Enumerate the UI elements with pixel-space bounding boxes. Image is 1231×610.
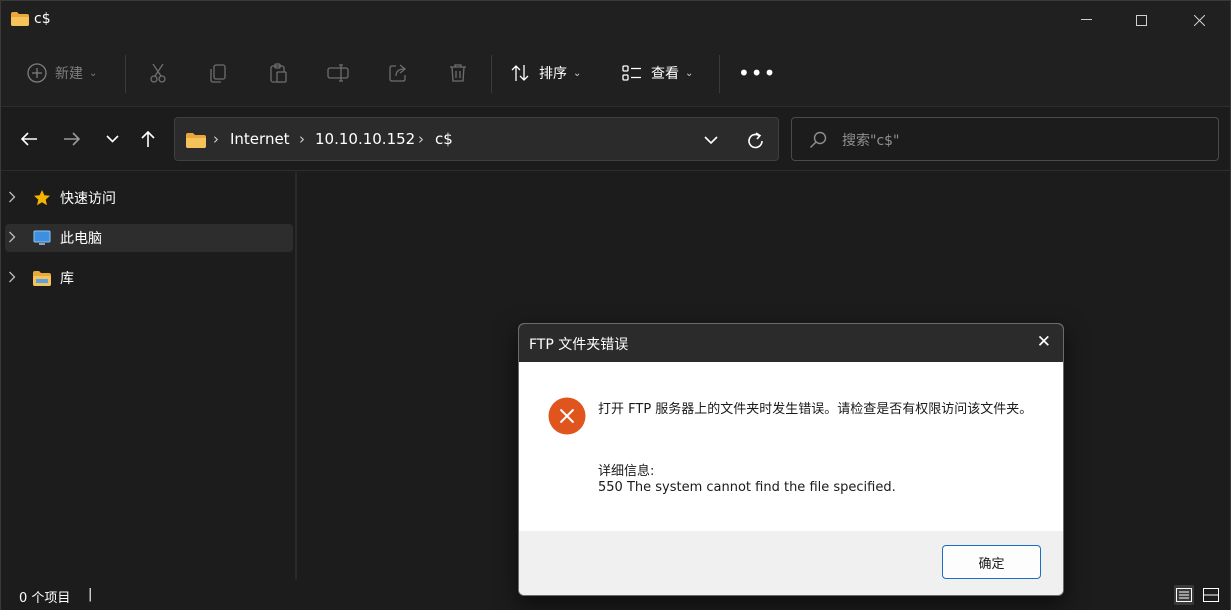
breadcrumb-internet[interactable]: Internet <box>230 130 290 148</box>
back-button[interactable] <box>15 125 43 153</box>
minimize-button[interactable] <box>1063 1 1109 39</box>
delete-button[interactable] <box>443 58 473 88</box>
title-bar: c$ <box>1 1 1230 41</box>
rename-icon <box>327 64 349 82</box>
chevron-right-icon[interactable] <box>8 271 28 286</box>
sort-icon <box>511 65 529 81</box>
breadcrumb-host[interactable]: 10.10.10.152 <box>315 130 415 148</box>
search-placeholder: 搜索"c$" <box>842 133 900 149</box>
more-icon: ••• <box>738 61 777 85</box>
computer-icon <box>32 229 52 247</box>
large-icons-view-button[interactable] <box>1201 585 1221 605</box>
arrow-right-icon <box>64 132 81 146</box>
status-cursor: | <box>88 587 93 602</box>
chevron-down-icon: ⌄ <box>89 67 98 79</box>
details-view-icon <box>1176 588 1192 602</box>
toolbar-divider <box>719 55 720 93</box>
sidebar-item-label: 快速访问 <box>60 191 116 207</box>
view-icon <box>622 65 641 81</box>
file-explorer-window: c$ 新建 ⌄ 排序 ⌄ 查看 ⌄ ••• › Internet › 10.10… <box>0 0 1231 610</box>
details-heading: 详细信息: <box>598 464 655 479</box>
error-details: 550 The system cannot find the file spec… <box>598 480 896 495</box>
refresh-button[interactable] <box>746 127 766 156</box>
sort-label: 排序 <box>539 66 567 82</box>
sidebar-item-libraries[interactable]: 库 <box>5 264 293 292</box>
delete-icon <box>450 64 466 82</box>
sidebar-item-this-pc[interactable]: 此电脑 <box>5 224 293 252</box>
error-icon <box>548 397 586 435</box>
rename-button[interactable] <box>323 58 353 88</box>
view-label: 查看 <box>651 66 679 82</box>
chevron-down-icon <box>105 135 119 143</box>
sidebar-item-quick-access[interactable]: 快速访问 <box>5 184 293 212</box>
chevron-down-icon: ⌄ <box>573 67 582 79</box>
up-button[interactable] <box>134 125 162 153</box>
ftp-error-dialog: FTP 文件夹错误 ✕ 打开 FTP 服务器上的文件夹时发生错误。请检查是否有权… <box>518 323 1064 596</box>
sidebar-item-label: 库 <box>60 271 74 287</box>
chevron-right-icon[interactable] <box>8 231 28 246</box>
arrow-up-icon <box>141 130 155 147</box>
window-title: c$ <box>34 11 51 27</box>
address-history-button[interactable] <box>704 130 718 148</box>
star-icon <box>32 189 52 207</box>
search-box[interactable]: 搜索"c$" <box>791 117 1219 161</box>
large-icons-view-icon <box>1203 588 1219 602</box>
minimize-icon <box>1080 19 1092 20</box>
ok-button[interactable]: 确定 <box>942 545 1041 579</box>
toolbar-divider <box>491 55 492 93</box>
maximize-icon <box>1135 14 1147 26</box>
folder-icon <box>186 133 206 148</box>
new-button[interactable]: 新建 ⌄ <box>27 58 97 88</box>
toolbar-divider <box>125 55 126 93</box>
close-button[interactable] <box>1176 1 1222 39</box>
new-label: 新建 <box>55 66 83 82</box>
paste-icon <box>270 63 287 83</box>
chevron-down-icon <box>704 136 718 145</box>
add-circle-icon <box>27 63 47 83</box>
folder-icon <box>11 12 29 26</box>
share-icon <box>389 64 407 82</box>
share-button[interactable] <box>383 58 413 88</box>
cut-button[interactable] <box>143 58 173 88</box>
dialog-body: 打开 FTP 服务器上的文件夹时发生错误。请检查是否有权限访问该文件夹。 详细信… <box>519 362 1063 531</box>
dialog-title-bar: FTP 文件夹错误 ✕ <box>519 324 1063 362</box>
view-button[interactable]: 查看 ⌄ <box>622 58 693 88</box>
cut-icon <box>150 63 166 83</box>
breadcrumb-separator: › <box>213 130 219 148</box>
recent-locations-button[interactable] <box>98 125 126 153</box>
maximize-button[interactable] <box>1118 1 1164 39</box>
sort-button[interactable]: 排序 ⌄ <box>510 58 581 88</box>
library-folder-icon <box>32 269 52 287</box>
forward-button[interactable] <box>58 125 86 153</box>
details-view-button[interactable] <box>1174 585 1194 605</box>
copy-button[interactable] <box>203 58 233 88</box>
dialog-title: FTP 文件夹错误 <box>529 337 629 353</box>
command-bar: 新建 ⌄ 排序 ⌄ 查看 ⌄ ••• <box>1 41 1230 107</box>
pane-splitter[interactable] <box>295 172 297 580</box>
dialog-footer: 确定 <box>519 531 1063 595</box>
more-options-button[interactable]: ••• <box>738 58 776 88</box>
chevron-right-icon[interactable] <box>8 191 28 206</box>
breadcrumb-separator: › <box>418 130 424 148</box>
item-count: 0 个项目 <box>19 591 71 606</box>
search-icon <box>810 131 827 148</box>
address-bar[interactable]: › Internet › 10.10.10.152 › c$ <box>174 117 779 161</box>
dialog-close-button[interactable]: ✕ <box>1037 332 1051 352</box>
chevron-down-icon: ⌄ <box>685 67 694 79</box>
sidebar-item-label: 此电脑 <box>60 231 102 247</box>
close-icon <box>1193 14 1205 26</box>
breadcrumb-share[interactable]: c$ <box>435 130 453 148</box>
copy-icon <box>210 64 226 83</box>
paste-button[interactable] <box>263 58 293 88</box>
error-message: 打开 FTP 服务器上的文件夹时发生错误。请检查是否有权限访问该文件夹。 <box>598 402 1033 417</box>
arrow-left-icon <box>20 132 37 146</box>
navigation-bar: › Internet › 10.10.10.152 › c$ 搜索"c$" <box>1 107 1230 171</box>
breadcrumb-separator: › <box>299 130 305 148</box>
refresh-icon <box>748 132 763 149</box>
navigation-pane: 快速访问 此电脑 库 <box>1 172 297 580</box>
